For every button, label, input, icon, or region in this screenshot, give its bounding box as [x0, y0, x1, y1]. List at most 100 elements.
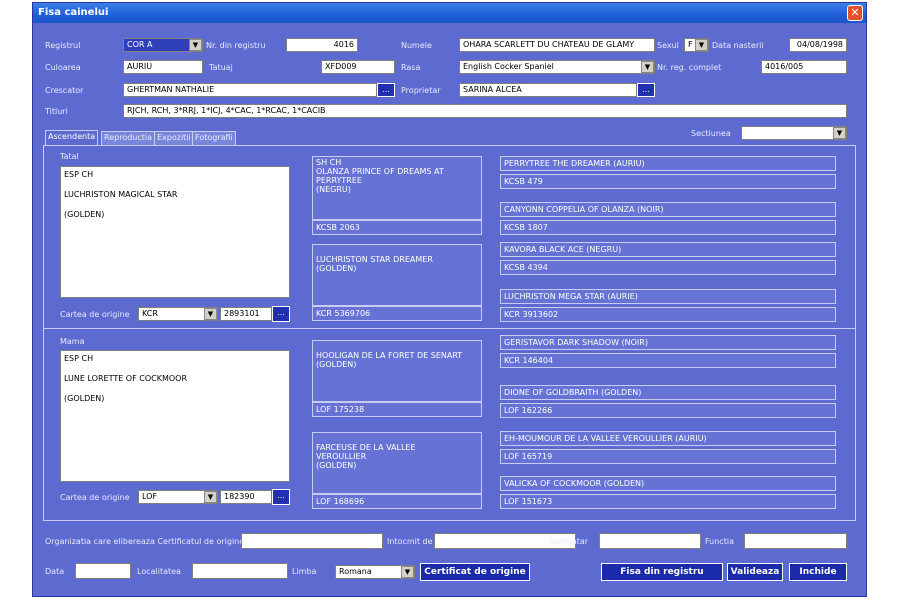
tatal-textarea[interactable]: ESP CH LUCHRISTON MAGICAL STAR (GOLDEN)	[60, 166, 290, 298]
semnatar-label: Semnatar	[549, 537, 589, 546]
limba-value: Romana	[339, 567, 372, 576]
culoarea-input[interactable]: AURIU	[123, 60, 203, 74]
numele-input[interactable]: OHARA SCARLETT DU CHATEAU DE GLAMY	[459, 38, 655, 52]
great-grandparent-reg: LOF 151673	[500, 494, 836, 509]
sexul-label: Sexul	[657, 41, 679, 50]
tatal-line: (GOLDEN)	[64, 210, 105, 219]
limba-label: Limba	[292, 567, 317, 576]
crescator-browse-button[interactable]: ...	[377, 83, 395, 97]
mama-line: LUNE LORETTE OF COCKMOOR	[64, 374, 188, 383]
registrul-value: COR A	[127, 40, 153, 49]
org-input[interactable]	[241, 533, 383, 549]
localitatea-input[interactable]	[192, 563, 288, 579]
data-nasterii-input[interactable]: 04/08/1998	[789, 38, 847, 52]
great-grandparent-name: PERRYTREE THE DREAMER (AURIU)	[500, 156, 836, 171]
sectiunea-select[interactable]: ▼	[741, 126, 847, 140]
grandparent-reg: KCR 5369706	[312, 306, 482, 321]
mama-line: (GOLDEN)	[64, 394, 105, 403]
sexul-value: F	[688, 40, 693, 49]
great-grandparent-reg: LOF 165719	[500, 449, 836, 464]
tatuaj-input[interactable]: XFD009	[321, 60, 395, 74]
titluri-label: Titluri	[45, 107, 68, 116]
sectiunea-label: Sectiunea	[691, 129, 731, 138]
sexul-select[interactable]: F ▼	[684, 38, 709, 52]
great-grandparent-reg: KCR 146404	[500, 353, 836, 368]
great-grandparent-name: DIONE OF GOLDBRAITH (GOLDEN)	[500, 385, 836, 400]
mama-textarea[interactable]: ESP CH LUNE LORETTE OF COCKMOOR (GOLDEN)	[60, 350, 290, 482]
grandparent-reg: KCSB 2063	[312, 220, 482, 235]
great-grandparent-reg: KCSB 479	[500, 174, 836, 189]
tab-fotografii[interactable]: Fotografii	[192, 131, 236, 145]
nr-registru-label: Nr. din registru	[206, 41, 266, 50]
tatal-cartea-nr-input[interactable]: 2893101	[220, 307, 272, 321]
great-grandparent-reg: KCSB 4394	[500, 260, 836, 275]
org-label: Organizatia care elibereaza Certificatul…	[45, 537, 245, 546]
divider	[44, 328, 855, 329]
chevron-down-icon[interactable]: ▼	[204, 491, 217, 503]
tab-reproductia[interactable]: Reproductia	[101, 131, 156, 145]
mama-cartea-nr-input[interactable]: 182390	[220, 490, 272, 504]
nr-registru-input[interactable]: 4016	[286, 38, 358, 52]
chevron-down-icon[interactable]: ▼	[641, 61, 654, 73]
crescator-input[interactable]: GHERTMAN NATHALIE	[123, 83, 377, 97]
inchide-button[interactable]: Inchide	[789, 563, 847, 581]
mama-label: Mama	[60, 337, 85, 346]
intocmit-label: Intocmit de	[387, 537, 433, 546]
nr-reg-complet-label: Nr. reg. complet	[657, 63, 722, 72]
tatal-line: ESP CH	[64, 170, 94, 179]
chevron-down-icon[interactable]: ▼	[401, 566, 414, 578]
ascendenta-panel: Tatal ESP CH LUCHRISTON MAGICAL STAR (GO…	[43, 145, 856, 521]
data-nasterii-label: Data nasterii	[712, 41, 764, 50]
crescator-label: Crescator	[45, 86, 84, 95]
data-input[interactable]	[75, 563, 131, 579]
great-grandparent-reg: KCR 3913602	[500, 307, 836, 322]
certificat-button[interactable]: Certificat de origine	[420, 563, 530, 581]
functia-label: Functia	[705, 537, 734, 546]
titluri-input[interactable]: RJCH, RCH, 3*RRJ, 1*ICJ, 4*CAC, 1*RCAC, …	[123, 104, 847, 118]
data-label: Data	[45, 567, 65, 576]
great-grandparent-name: EH-MOUMOUR DE LA VALLEE VEROULLIER (AURI…	[500, 431, 836, 446]
tab-ascendenta[interactable]: Ascendenta	[45, 130, 99, 145]
mama-cartea-select[interactable]: LOF ▼	[138, 490, 218, 504]
rasa-select[interactable]: English Cocker Spaniel ▼	[459, 60, 655, 74]
close-icon[interactable]: ✕	[847, 5, 863, 21]
chevron-down-icon[interactable]: ▼	[695, 39, 708, 51]
tatal-label: Tatal	[60, 152, 79, 161]
valideaza-button[interactable]: Valideaza	[727, 563, 783, 581]
title-bar: Fisa cainelui ✕	[33, 3, 866, 23]
grandparent-name: FARCEUSE DE LA VALLEE VEROULLIER (GOLDEN…	[312, 432, 482, 494]
numele-label: Numele	[401, 41, 432, 50]
grandparent-name: SH CH OLANZA PRINCE OF DREAMS AT PERRYTR…	[312, 156, 482, 220]
mama-line: ESP CH	[64, 354, 94, 363]
tatal-cartea-label: Cartea de origine	[60, 310, 130, 319]
great-grandparent-reg: KCSB 1807	[500, 220, 836, 235]
great-grandparent-name: KAVORA BLACK ACE (NEGRU)	[500, 242, 836, 257]
tatuaj-label: Tatuaj	[209, 63, 233, 72]
limba-select[interactable]: Romana ▼	[335, 565, 415, 579]
tatal-line: LUCHRISTON MAGICAL STAR	[64, 190, 178, 199]
localitatea-label: Localitatea	[137, 567, 181, 576]
tab-expozitii[interactable]: Expozitii	[154, 131, 194, 145]
great-grandparent-name: VALICKA OF COCKMOOR (GOLDEN)	[500, 476, 836, 491]
grandparent-reg: LOF 168696	[312, 494, 482, 509]
nr-reg-complet-input[interactable]: 4016/005	[761, 60, 847, 74]
great-grandparent-name: CANYONN COPPELIA OF OLANZA (NOIR)	[500, 202, 836, 217]
culoarea-label: Culoarea	[45, 63, 81, 72]
proprietar-input[interactable]: SARINA ALCEA	[459, 83, 637, 97]
rasa-label: Rasa	[401, 63, 421, 72]
fisa-registru-button[interactable]: Fisa din registru	[601, 563, 723, 581]
proprietar-browse-button[interactable]: ...	[637, 83, 655, 97]
tatal-cartea-select[interactable]: KCR ▼	[138, 307, 218, 321]
registrul-select[interactable]: COR A ▼	[123, 38, 203, 52]
mama-browse-button[interactable]: ...	[272, 489, 290, 505]
chevron-down-icon[interactable]: ▼	[204, 308, 217, 320]
window-title: Fisa cainelui	[38, 7, 109, 18]
chevron-down-icon[interactable]: ▼	[833, 127, 846, 139]
semnatar-input[interactable]	[599, 533, 701, 549]
rasa-value: English Cocker Spaniel	[463, 62, 554, 71]
functia-input[interactable]	[744, 533, 847, 549]
great-grandparent-name: LUCHRISTON MEGA STAR (AURIE)	[500, 289, 836, 304]
great-grandparent-reg: LOF 162266	[500, 403, 836, 418]
tatal-browse-button[interactable]: ...	[272, 306, 290, 322]
chevron-down-icon[interactable]: ▼	[189, 39, 202, 51]
